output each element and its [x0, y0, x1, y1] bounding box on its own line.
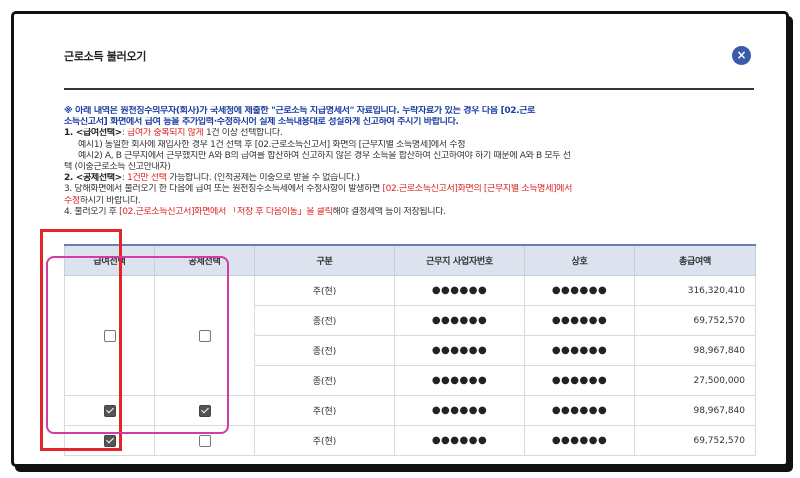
header-gubun: 구분: [254, 244, 395, 276]
notice-item-2: 2. <공제선택>: 1건만 선택 가능합니다. (인적공제는 이중으로 받을 …: [64, 173, 764, 184]
bizno-cell: ●●●●●●: [394, 335, 525, 366]
notice-item-1: 1. <급여선택>: 급여가 중복되지 않게 1건 이상 선택합니다.: [64, 128, 764, 139]
bizno-cell: ●●●●●●: [394, 305, 525, 336]
deduction-checkbox[interactable]: [198, 434, 211, 447]
gubun-cell: 주(현): [254, 425, 395, 456]
item4-prefix: 4. 불러오기 후: [64, 206, 120, 217]
bizno-cell: ●●●●●●: [394, 275, 525, 306]
bizno-cell: ●●●●●●: [394, 425, 525, 456]
gubun-cell: 주(현): [254, 275, 395, 306]
item3-prefix: 3. 당해화면에서 불러오기 한 다음에 급여 또는 원천징수소득세에서 수정사…: [64, 184, 383, 195]
item3-red1: [02.근로소득신고서]화면의 [근무지별 소득명세]에서: [382, 184, 573, 195]
notice-lead-line2: 소득신고서] 화면에서 급여 등을 추가입력·수정하시어 실제 소득내용대로 성…: [64, 117, 459, 128]
company-name-cell: ●●●●●●: [524, 335, 635, 366]
total-salary-cell: 98,967,840: [634, 335, 756, 366]
header-total-salary: 총급여액: [634, 244, 756, 276]
company-name-cell: ●●●●●●: [524, 305, 635, 336]
notice-item-3-line1: 3. 당해화면에서 불러오기 한 다음에 급여 또는 원천징수소득세에서 수정사…: [64, 184, 764, 195]
title-divider: [64, 88, 754, 90]
total-salary-cell: 69,752,570: [634, 425, 756, 456]
total-salary-cell: 98,967,840: [634, 395, 756, 426]
header-bizno: 근무지 사업자번호: [394, 244, 525, 276]
item3-red2: 수정: [64, 195, 80, 206]
total-salary-cell: 316,320,410: [634, 275, 756, 306]
notice-item-4: 4. 불러오기 후 [02.근로소득신고서]화면에서 「저장 후 다음이동」을 …: [64, 207, 764, 218]
header-company-name: 상호: [524, 244, 635, 276]
item2-red: : 1건만 선택: [121, 173, 167, 184]
item3-rest: 하시기 바랍니다.: [79, 195, 141, 206]
notice-example-2-line1: 예시2) A, B 근무지에서 근무했지만 A와 B의 급여를 합산하여 신고하…: [78, 150, 571, 161]
notice-text: ※ 아래 내역은 원천징수의무자(회사)가 국세청에 제출한 "근로소득 지급명…: [64, 106, 764, 218]
gubun-cell: 종(전): [254, 365, 395, 396]
company-name-cell: ●●●●●●: [524, 395, 635, 426]
notice-item-3-line2: 수정하시기 바랍니다.: [64, 196, 764, 207]
item4-red: [02.근로소득신고서]화면에서 「저장 후 다음이동」을 클릭: [119, 206, 333, 217]
item1-red: : 급여가 중복되지 않게: [121, 128, 204, 139]
gubun-cell: 주(현): [254, 395, 395, 426]
item1-label: 1. <급여선택>: [64, 128, 122, 139]
checkbox-area-highlight: [46, 256, 229, 434]
dialog-title: 근로소득 불러오기: [64, 50, 147, 63]
item2-label: 2. <공제선택>: [64, 173, 122, 184]
gubun-cell: 종(전): [254, 335, 395, 366]
notice-lead-line1: ※ 아래 내역은 원천징수의무자(회사)가 국세청에 제출한 "근로소득 지급명…: [64, 106, 536, 116]
company-name-cell: ●●●●●●: [524, 425, 635, 456]
total-salary-cell: 69,752,570: [634, 305, 756, 336]
item4-rest: 해야 결정세액 등이 저장됩니다.: [332, 206, 446, 217]
notice-example-1: 예시1) 동일한 회사에 재입사한 경우 1건 선택 후 [02.근로소득신고서…: [78, 139, 466, 150]
gubun-cell: 종(전): [254, 305, 395, 336]
item2-rest: 가능합니다. (인적공제는 이중으로 받을 수 없습니다.): [166, 173, 360, 184]
item1-rest: 1건 이상 선택합니다.: [203, 128, 283, 139]
company-name-cell: ●●●●●●: [524, 275, 635, 306]
total-salary-cell: 27,500,000: [634, 365, 756, 396]
bizno-cell: ●●●●●●: [394, 365, 525, 396]
close-icon[interactable]: ×: [732, 46, 751, 65]
company-name-cell: ●●●●●●: [524, 365, 635, 396]
bizno-cell: ●●●●●●: [394, 395, 525, 426]
notice-example-2-line2: 택 (이중근로소득 신고안내자): [64, 162, 171, 173]
